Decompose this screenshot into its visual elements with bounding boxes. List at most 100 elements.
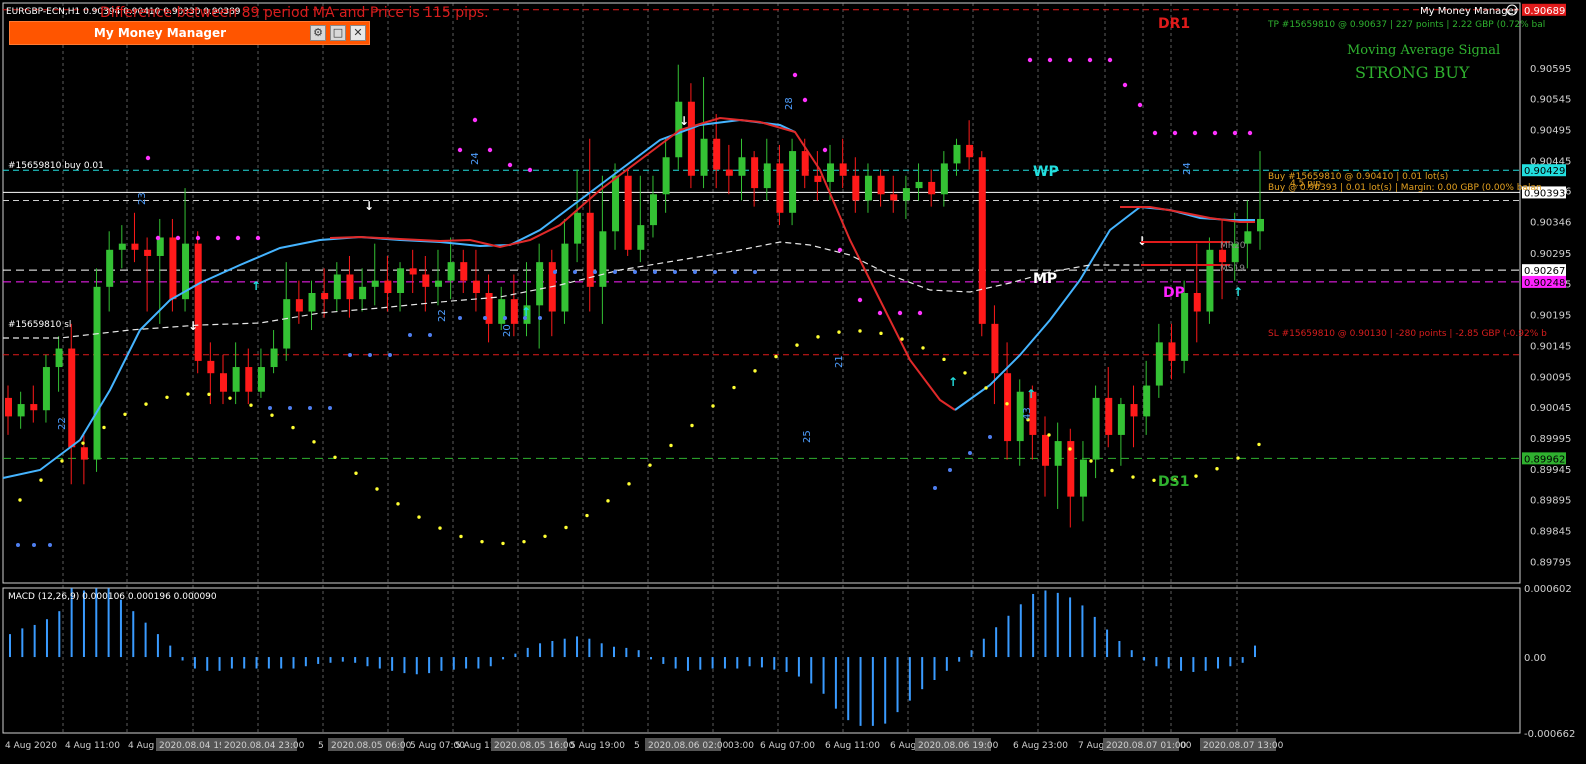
minimize-icon[interactable]: □ [330, 25, 346, 41]
wp-label: WP [1033, 164, 1059, 180]
candle-body [245, 367, 253, 392]
time-axis-label: 7 Aug [1078, 741, 1104, 751]
psar-dot [900, 337, 904, 341]
money-manager-label: My Money Manager [1420, 6, 1519, 17]
time-axis-label: 4 Aug 11:00 [65, 741, 120, 751]
time-axis-highlight: 2020.08.06 02:00 [648, 741, 729, 751]
money-manager-panel[interactable]: My Money Manager ⚙ □ ✕ [9, 21, 370, 45]
psar-dot-blue [428, 333, 432, 337]
psar-dot-blue [308, 406, 312, 410]
candle-body [763, 163, 771, 189]
candle-body [232, 367, 240, 392]
candle-body [915, 181, 923, 189]
magenta-dot [1192, 130, 1198, 136]
magenta-dot [822, 147, 828, 153]
magenta-dot [1172, 130, 1178, 136]
psar-dot-blue [553, 270, 557, 274]
candle-body [751, 157, 759, 189]
psar-dot [984, 386, 988, 390]
time-axis-highlight: 2020.08.07 13:00 [1203, 741, 1284, 751]
gear-icon[interactable]: ⚙ [310, 25, 326, 41]
mr-label: MR20 [1220, 241, 1246, 251]
money-manager-title[interactable]: My Money Manager [10, 22, 310, 44]
magenta-dot [1152, 130, 1158, 136]
price-chart[interactable]: 0.905950.905450.904950.904450.903960.903… [0, 0, 1586, 764]
magenta-dot [897, 310, 903, 316]
psar-dot [1110, 468, 1114, 473]
candle-body [371, 280, 379, 287]
price-axis-label: 0.89895 [1530, 496, 1571, 507]
candle-body [649, 194, 657, 226]
psar-dot [690, 423, 694, 428]
psar-dot-blue [948, 468, 952, 472]
psar-dot [207, 392, 211, 397]
psar-dot-blue [538, 316, 542, 320]
psar-dot-blue [633, 270, 637, 274]
psar-dot [942, 357, 946, 362]
macd-label: MACD (12,26,9) 0.000106 0.000196 0.00009… [8, 592, 217, 602]
psar-dot [963, 371, 967, 375]
candle-body [80, 447, 88, 460]
magenta-dot [1067, 57, 1073, 63]
psar-dot [1047, 433, 1051, 437]
candle-body [1193, 293, 1201, 312]
time-axis-label: 03:00 [728, 741, 754, 751]
pip-label: 4.5 pip [1290, 179, 1321, 189]
psar-dot [585, 513, 589, 518]
psar-dot-blue [368, 353, 372, 357]
candle-body [1042, 434, 1050, 466]
psar-dot [39, 478, 43, 482]
psar-dot [795, 343, 799, 347]
candle-body [106, 249, 114, 287]
price-axis-label: 0.90495 [1530, 125, 1571, 136]
candle-body [68, 348, 76, 448]
price-axis-label: 0.90195 [1530, 311, 1571, 322]
time-axis-highlight: 2020.08.05 06:00 [331, 741, 412, 751]
time-axis-label: 4 Aug [128, 741, 154, 751]
psar-dot [711, 404, 715, 408]
candle-body [1054, 441, 1062, 466]
macd-axis-label: 0.000602 [1524, 584, 1572, 595]
candle-body [384, 280, 392, 293]
stop-loss-text: SL #15659810 @ 0.90130 | -280 points | -… [1268, 329, 1547, 339]
psar-dot [1089, 459, 1093, 463]
magenta-dot [802, 97, 808, 103]
psar-dot-blue [503, 316, 507, 320]
psar-dot-blue [48, 543, 52, 547]
magenta-dot [792, 72, 798, 78]
arrow-down-icon: ↓ [364, 199, 374, 213]
psar-dot-blue [753, 270, 757, 274]
psar-dot-blue [673, 270, 677, 274]
dr1-label: DR1 [1158, 16, 1190, 32]
candle-body [283, 299, 291, 349]
magenta-dot [195, 235, 201, 241]
psar-dot-blue [713, 270, 717, 274]
psar-dot-blue [968, 451, 972, 455]
candle-body [308, 293, 316, 312]
candle-body [827, 163, 835, 182]
candle-count-label: 24 [1182, 162, 1193, 175]
psar-dot [1005, 402, 1009, 406]
magenta-dot [1232, 130, 1238, 136]
time-axis-label: 6 Aug [890, 741, 916, 751]
arrow-up-icon: ↑ [1026, 387, 1036, 401]
magenta-dot [472, 117, 478, 123]
candle-body [1130, 404, 1138, 417]
candle-body [1206, 249, 1214, 312]
psar-dot [921, 346, 925, 350]
candle-body [902, 188, 910, 201]
candle-body [1092, 397, 1100, 460]
psar-dot [333, 455, 337, 459]
magenta-dot [1027, 57, 1033, 63]
candle-count-label: 21 [834, 355, 845, 368]
psar-dot-blue [653, 270, 657, 274]
close-icon[interactable]: ✕ [350, 25, 366, 41]
candle-body [789, 151, 797, 213]
ds-price-tag: 0.89962 [1524, 454, 1565, 465]
candle-count-label: 25 [802, 430, 813, 443]
psar-dot [396, 502, 400, 506]
psar-dot-blue [408, 333, 412, 337]
magenta-dot [255, 235, 261, 241]
price-axis-label: 0.89795 [1530, 557, 1571, 568]
candle-body [270, 348, 278, 368]
